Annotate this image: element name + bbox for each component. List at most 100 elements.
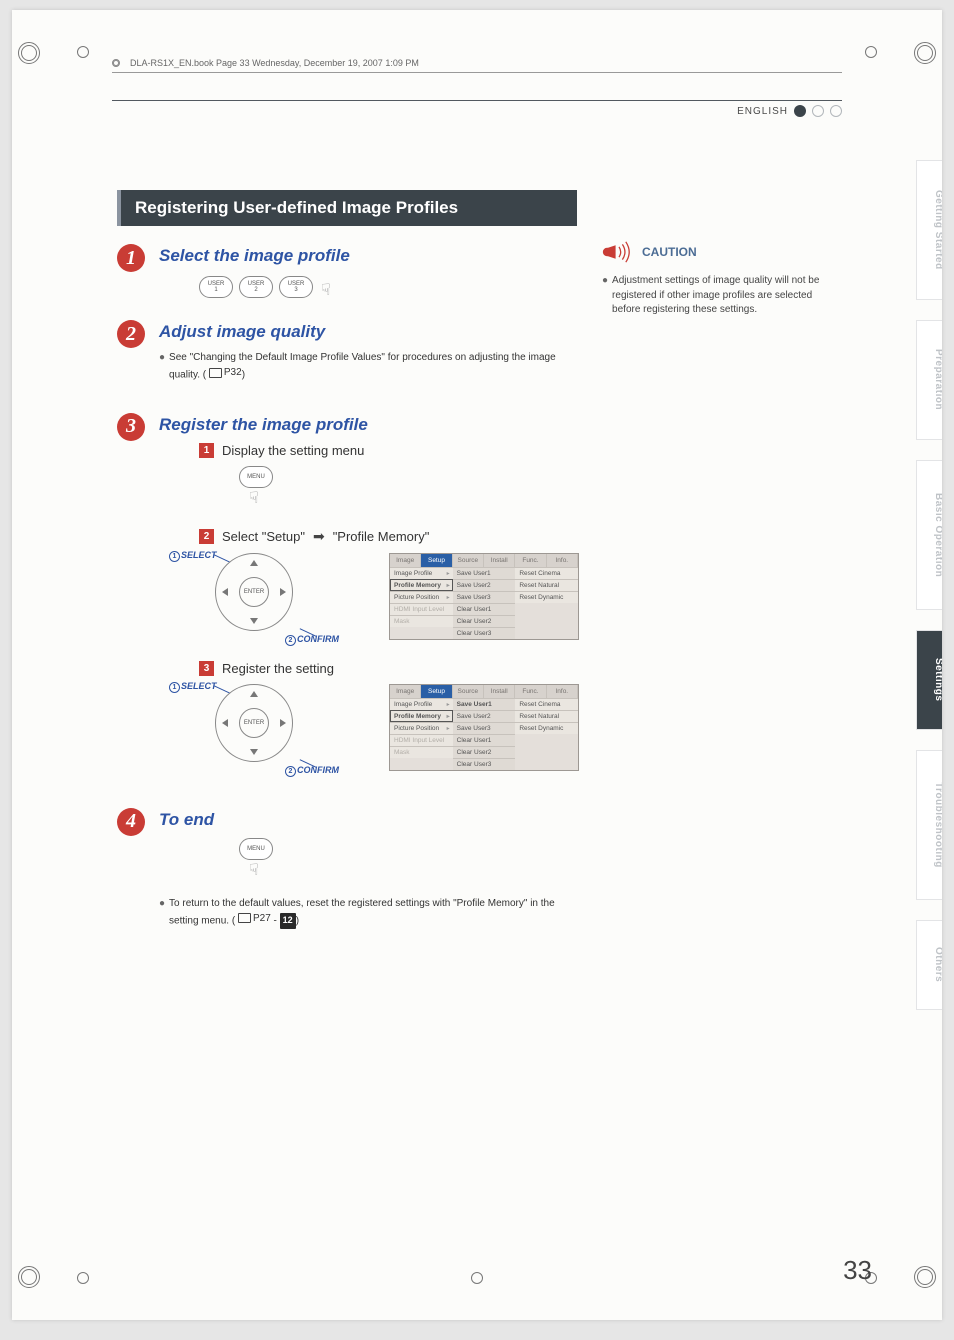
- osd-tab-selected: Setup: [421, 554, 452, 567]
- osd-row: Save User2: [453, 710, 516, 722]
- note-text: ): [296, 915, 299, 926]
- dpad-illustration: 1SELECT ENTER 2CONFIRM: [195, 684, 305, 774]
- book-header: DLA-RS1X_EN.book Page 33 Wednesday, Dece…: [112, 58, 842, 73]
- osd-row-highlighted: Save User1: [453, 698, 516, 710]
- step-number-icon: 3: [117, 413, 145, 441]
- remote-buttons-row: USER 1 USER 2 USER 3 ☟: [199, 274, 577, 300]
- substep-2-row: 1SELECT ENTER 2CONFIRM Image Setu: [195, 553, 579, 643]
- substep-text: Register the setting: [222, 661, 334, 676]
- dpad-illustration: 1SELECT ENTER 2CONFIRM: [195, 553, 305, 643]
- section-title: Registering User-defined Image Profiles: [117, 190, 577, 226]
- osd-tab: Source: [453, 685, 484, 698]
- osd-tab: Info.: [547, 554, 578, 567]
- crop-mark-icon: [471, 1272, 483, 1284]
- osd-row: Picture Position▸: [390, 591, 453, 603]
- caution-label: CAUTION: [642, 245, 697, 259]
- osd-tab: Image: [390, 554, 421, 567]
- main-content: Registering User-defined Image Profiles …: [117, 190, 577, 943]
- tab-getting-started: Getting Started: [916, 160, 942, 300]
- crop-mark-icon: [77, 46, 89, 58]
- page-indicator-dot-icon: [812, 105, 824, 117]
- remote-menu-button: MENU: [239, 466, 273, 488]
- page-indicator-dot-active-icon: [794, 105, 806, 117]
- osd-row: Clear User2: [453, 746, 516, 758]
- ref-page: P32: [224, 365, 242, 380]
- remote-user1-button: USER 1: [199, 276, 233, 298]
- remote-label: MENU: [247, 846, 265, 852]
- step-1-title: Select the image profile: [159, 246, 577, 266]
- crop-mark-icon: [865, 46, 877, 58]
- remote-label: 1: [214, 287, 217, 293]
- osd-row: Picture Position▸: [390, 722, 453, 734]
- caution-body-text: Adjustment settings of image quality wil…: [612, 274, 822, 318]
- osd-tab-selected: Setup: [421, 685, 452, 698]
- osd-row: Reset Cinema: [515, 698, 578, 710]
- substep-text: "Profile Memory": [333, 529, 430, 544]
- step-4-note: ● To return to the default values, reset…: [159, 896, 577, 929]
- step-2-title: Adjust image quality: [159, 322, 577, 342]
- caution-text: ● Adjustment settings of image quality w…: [602, 274, 822, 318]
- print-mark-icon: [18, 42, 40, 64]
- osd-tab: Func.: [515, 685, 546, 698]
- osd-row: Image Profile▸: [390, 698, 453, 710]
- dpad-confirm-label: CONFIRM: [297, 634, 339, 644]
- print-mark-icon: [18, 1266, 40, 1288]
- book-icon: [238, 913, 251, 923]
- hand-pointer-icon: ☟: [321, 280, 331, 300]
- book-icon: [209, 368, 222, 378]
- osd-row: Reset Dynamic: [515, 722, 578, 734]
- substep-3-row: 1SELECT ENTER 2CONFIRM Image Setu: [195, 684, 579, 774]
- osd-menu-screenshot: Image Setup Source Install Func. Info. I…: [389, 553, 579, 640]
- osd-tab: Info.: [547, 685, 578, 698]
- caution-box: CAUTION ● Adjustment settings of image q…: [602, 240, 822, 318]
- step-4-title: To end: [159, 810, 577, 830]
- tab-settings: Settings: [916, 630, 942, 730]
- dpad-icon: ENTER: [215, 553, 293, 631]
- osd-tab: Install: [484, 554, 515, 567]
- crop-mark-icon: [77, 1272, 89, 1284]
- remote-user3-button: USER 3: [279, 276, 313, 298]
- osd-row: Image Profile▸: [390, 567, 453, 579]
- dpad-annot-num: 2: [285, 766, 296, 777]
- bullet-icon: ●: [159, 896, 165, 911]
- remote-label: 3: [294, 287, 297, 293]
- note-text: ): [242, 370, 245, 381]
- osd-row: Save User2: [453, 579, 516, 591]
- page-indicator-dot-icon: [830, 105, 842, 117]
- step-3: 3 Register the image profile 1 Display t…: [117, 413, 577, 784]
- osd-row-dim: Mask: [390, 746, 453, 758]
- osd-row: Reset Natural: [515, 579, 578, 591]
- dpad-annot-num: 1: [169, 682, 180, 693]
- substep-1: 1 Display the setting menu: [199, 443, 579, 458]
- step-2: 2 Adjust image quality ● See "Changing t…: [117, 320, 577, 383]
- language-label: ENGLISH: [737, 106, 788, 117]
- step-1: 1 Select the image profile USER 1 USER 2…: [117, 244, 577, 306]
- substep-number-icon: 2: [199, 529, 214, 544]
- osd-row: Save User1: [453, 567, 516, 579]
- dpad-annot-num: 2: [285, 635, 296, 646]
- osd-row: Reset Dynamic: [515, 591, 578, 603]
- dpad-enter: ENTER: [239, 708, 269, 738]
- substep-2: 2 Select "Setup" ➡ "Profile Memory": [199, 528, 579, 545]
- osd-row: Clear User1: [453, 734, 516, 746]
- osd-tab: Source: [453, 554, 484, 567]
- remote-user2-button: USER 2: [239, 276, 273, 298]
- substep-number-icon: 1: [199, 443, 214, 458]
- step-number-icon: 4: [117, 808, 145, 836]
- print-mark-icon: [914, 1266, 936, 1288]
- osd-menu-screenshot: Image Setup Source Install Func. Info. I…: [389, 684, 579, 771]
- osd-row: Clear User3: [453, 627, 516, 639]
- hand-pointer-icon: ☟: [249, 488, 579, 508]
- step-number-icon: 1: [117, 244, 145, 272]
- osd-row: Save User3: [453, 591, 516, 603]
- step-number-icon: 2: [117, 320, 145, 348]
- page-ref: P27: [238, 911, 271, 926]
- substep-3: 3 Register the setting: [199, 661, 579, 676]
- substep-number-icon: 3: [199, 661, 214, 676]
- osd-row: Clear User3: [453, 758, 516, 770]
- osd-row-dim: HDMI Input Level: [390, 734, 453, 746]
- osd-tab: Func.: [515, 554, 546, 567]
- osd-row-dim: HDMI Input Level: [390, 603, 453, 615]
- header-bullet-icon: [112, 59, 120, 67]
- page-number: 33: [843, 1255, 872, 1286]
